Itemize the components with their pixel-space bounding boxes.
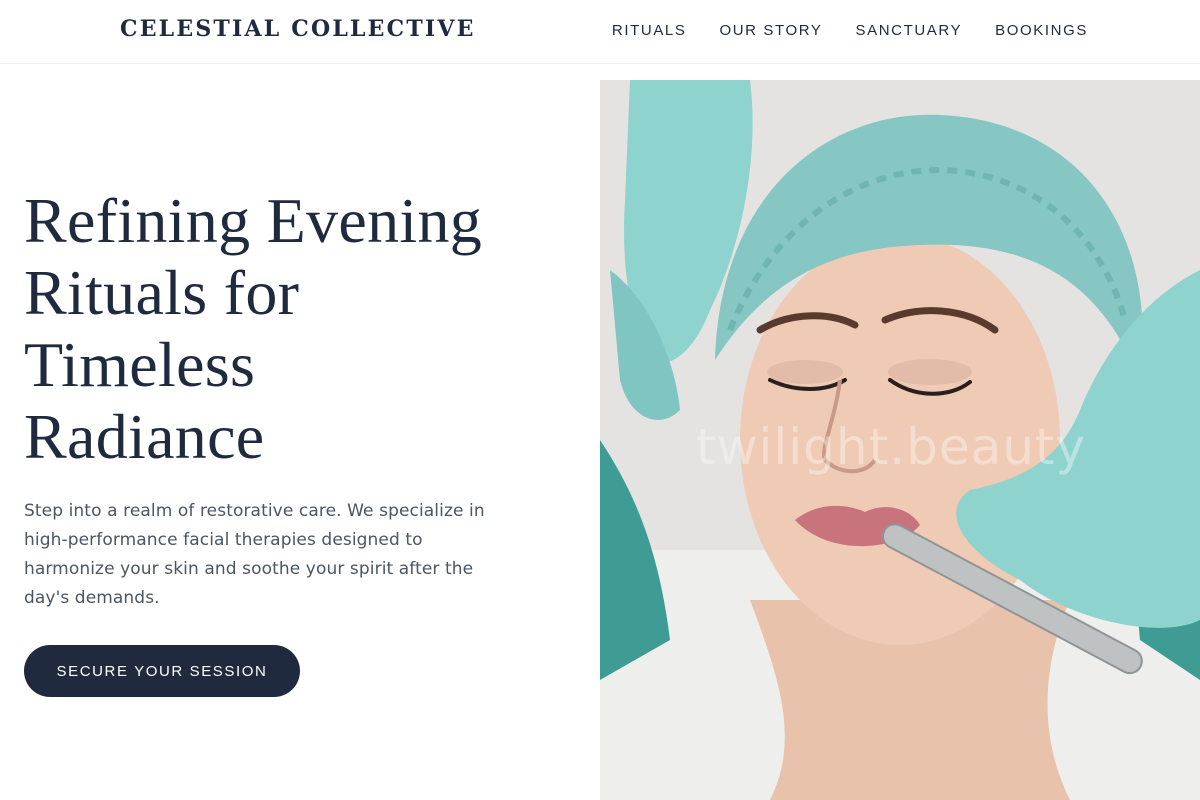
headline-line: Timeless [24, 329, 256, 400]
site-header: CELESTIAL COLLECTIVE RITUALS OUR STORY S… [0, 0, 1200, 64]
secure-session-button[interactable]: SECURE YOUR SESSION [24, 645, 300, 697]
nav-item-bookings[interactable]: BOOKINGS [995, 22, 1088, 39]
nav-item-our-story[interactable]: OUR STORY [719, 22, 822, 39]
headline-line: Rituals for [24, 257, 300, 328]
headline-line: Radiance [24, 401, 265, 472]
image-watermark: twilight.beauty [696, 418, 1087, 476]
main-nav: RITUALS OUR STORY SANCTUARY BOOKINGS [612, 22, 1088, 39]
hero-image: twilight.beauty [600, 80, 1200, 800]
nav-item-sanctuary[interactable]: SANCTUARY [856, 22, 963, 39]
nav-item-rituals[interactable]: RITUALS [612, 22, 687, 39]
hero-headline: Refining Evening Rituals for Timeless Ra… [24, 185, 564, 473]
headline-line: Refining Evening [24, 185, 483, 256]
hero-content: Refining Evening Rituals for Timeless Ra… [24, 185, 564, 613]
hero-description: Step into a realm of restorative care. W… [24, 501, 485, 608]
brand-logo[interactable]: CELESTIAL COLLECTIVE [120, 16, 476, 42]
